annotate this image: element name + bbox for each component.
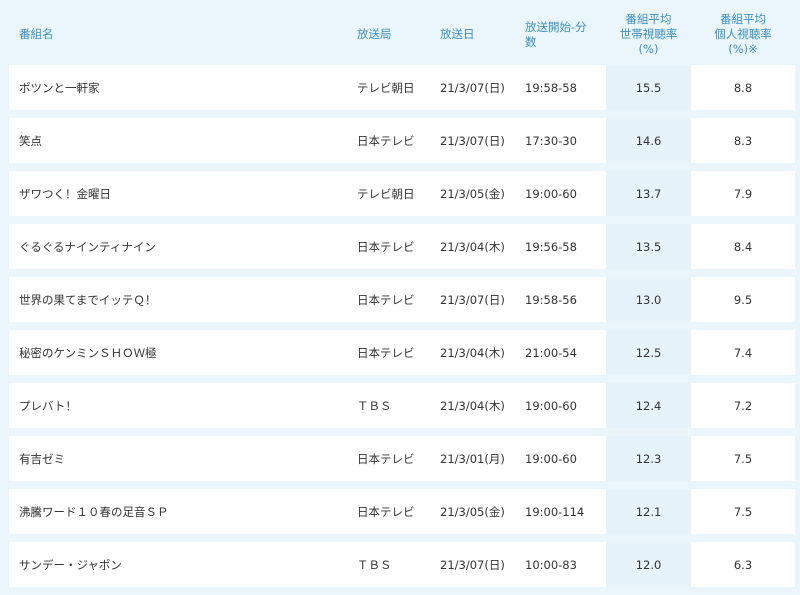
table-row: ぐるぐるナインティナイン 日本テレビ 21/3/04(木) 19:56-58 1… [9,224,795,269]
start-duration: 19:00-114 [515,489,606,534]
individual-rating: 9.5 [691,277,795,322]
broadcast-date: 21/3/07(日) [430,277,515,322]
household-rating: 12.4 [606,383,691,428]
station: ＴＢＳ [347,383,430,428]
table-row: 有吉ゼミ 日本テレビ 21/3/01(月) 19:00-60 12.3 7.5 [9,436,795,481]
col-start-header: 放送開始-分数 [525,19,587,49]
program-name: プレバト！ [9,383,347,428]
program-name: 笑点 [9,118,347,163]
broadcast-date: 21/3/05(金) [430,489,515,534]
table-row: 沸騰ワード１０春の足音ＳＰ 日本テレビ 21/3/05(金) 19:00-114… [9,489,795,534]
individual-rating: 7.4 [691,330,795,375]
individual-rating: 8.3 [691,118,795,163]
table-row: 世界の果てまでイッテＱ！ 日本テレビ 21/3/07(日) 19:58-56 1… [9,277,795,322]
individual-rating: 6.3 [691,542,795,587]
station: 日本テレビ [347,224,430,269]
individual-rating: 7.9 [691,171,795,216]
broadcast-date: 21/3/07(日) [430,542,515,587]
broadcast-date: 21/3/04(木) [430,224,515,269]
col-household-header-line1: 番組平均 [625,12,672,26]
start-duration: 19:56-58 [515,224,606,269]
broadcast-date: 21/3/04(木) [430,330,515,375]
station: テレビ朝日 [347,65,430,110]
household-rating: 15.5 [606,65,691,110]
household-rating: 13.0 [606,277,691,322]
program-name: ぐるぐるナインティナイン [9,224,347,269]
start-duration: 17:30-30 [515,118,606,163]
start-duration: 19:58-58 [515,65,606,110]
start-duration: 19:00-60 [515,383,606,428]
broadcast-date: 21/3/07(日) [430,118,515,163]
table-row: ザワつく！金曜日 テレビ朝日 21/3/05(金) 19:00-60 13.7 … [9,171,795,216]
station: 日本テレビ [347,436,430,481]
program-name: 有吉ゼミ [9,436,347,481]
col-individual-header-line1: 番組平均 [720,12,766,26]
table-row: プレバト！ ＴＢＳ 21/3/04(木) 19:00-60 12.4 7.2 [9,383,795,428]
header-row: 番組名 放送局 放送日 放送開始-分数 番組平均 世帯視聴率(%) 番組平均 個… [9,8,795,57]
household-rating: 12.1 [606,489,691,534]
household-rating: 12.5 [606,330,691,375]
broadcast-date: 21/3/05(金) [430,171,515,216]
broadcast-date: 21/3/01(月) [430,436,515,481]
program-name: 沸騰ワード１０春の足音ＳＰ [9,489,347,534]
table-row: サンデー・ジャポン ＴＢＳ 21/3/07(日) 10:00-83 12.0 6… [9,542,795,587]
station: テレビ朝日 [347,171,430,216]
household-rating: 13.5 [606,224,691,269]
household-rating: 12.0 [606,542,691,587]
col-date-header: 放送日 [440,27,475,41]
table-row: 笑点 日本テレビ 21/3/07(日) 17:30-30 14.6 8.3 [9,118,795,163]
program-name: ポツンと一軒家 [9,65,347,110]
program-name: 秘密のケンミンＳＨＯＷ極 [9,330,347,375]
station: 日本テレビ [347,489,430,534]
station: ＴＢＳ [347,542,430,587]
individual-rating: 7.5 [691,489,795,534]
individual-rating: 8.8 [691,65,795,110]
broadcast-date: 21/3/04(木) [430,383,515,428]
start-duration: 19:00-60 [515,171,606,216]
individual-rating: 8.4 [691,224,795,269]
start-duration: 21:00-54 [515,330,606,375]
program-name: 世界の果てまでイッテＱ！ [9,277,347,322]
col-individual-header-line2: 個人視聴率(%)※ [714,27,772,56]
program-name: サンデー・ジャポン [9,542,347,587]
start-duration: 19:00-60 [515,436,606,481]
individual-rating: 7.2 [691,383,795,428]
col-station-header: 放送局 [357,27,392,41]
ratings-table: 番組名 放送局 放送日 放送開始-分数 番組平均 世帯視聴率(%) 番組平均 個… [9,0,795,595]
col-household-header-line2: 世帯視聴率(%) [619,27,678,56]
program-name: ザワつく！金曜日 [9,171,347,216]
household-rating: 12.3 [606,436,691,481]
table-row: ポツンと一軒家 テレビ朝日 21/3/07(日) 19:58-58 15.5 8… [9,65,795,110]
station: 日本テレビ [347,277,430,322]
col-program-header: 番組名 [19,27,54,41]
household-rating: 14.6 [606,118,691,163]
household-rating: 13.7 [606,171,691,216]
table-row: 秘密のケンミンＳＨＯＷ極 日本テレビ 21/3/04(木) 21:00-54 1… [9,330,795,375]
broadcast-date: 21/3/07(日) [430,65,515,110]
start-duration: 19:58-56 [515,277,606,322]
station: 日本テレビ [347,330,430,375]
start-duration: 10:00-83 [515,542,606,587]
col-individual-header: 番組平均 個人視聴率(%)※ [691,8,795,57]
individual-rating: 7.5 [691,436,795,481]
station: 日本テレビ [347,118,430,163]
col-household-header: 番組平均 世帯視聴率(%) [606,8,691,57]
